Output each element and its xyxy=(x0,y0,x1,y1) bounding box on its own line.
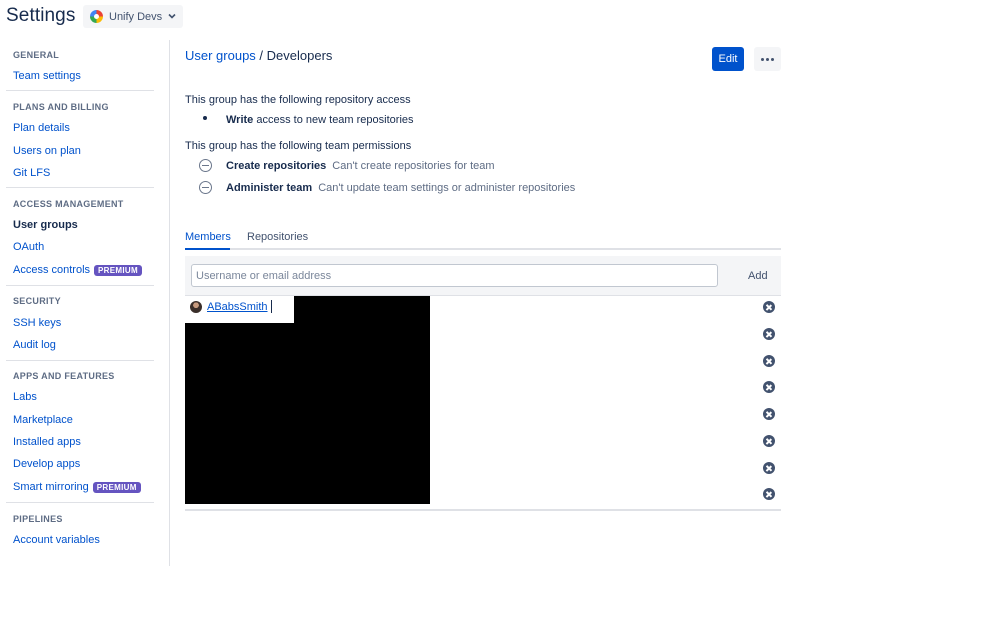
nav-heading-access-management: ACCESS MANAGEMENT xyxy=(13,199,124,209)
sidebar-item-develop-apps[interactable]: Develop apps xyxy=(13,458,80,470)
remove-member-icon[interactable] xyxy=(763,328,775,340)
minus-circle-icon xyxy=(199,159,212,172)
tab-repositories[interactable]: Repositories xyxy=(247,231,308,243)
workspace-logo-icon xyxy=(90,10,103,23)
more-icon xyxy=(766,57,769,61)
workspace-switcher[interactable]: Unify Devs xyxy=(83,5,183,28)
add-member-button[interactable]: Add xyxy=(748,270,768,282)
sidebar-item-label: Access controls xyxy=(13,264,91,276)
breadcrumb-current: Developers xyxy=(266,48,333,63)
avatar xyxy=(190,300,202,313)
sidebar-item-access-controls[interactable]: Access controls PREMIUM xyxy=(13,264,142,276)
remove-member-icon[interactable] xyxy=(763,408,775,420)
chevron-down-icon xyxy=(168,13,176,19)
team-permissions-heading: This group has the following team permis… xyxy=(185,140,412,152)
member-name-link[interactable]: ABabsSmith xyxy=(207,301,268,313)
sidebar-item-plan-details[interactable]: Plan details xyxy=(13,122,70,134)
more-icon xyxy=(761,57,764,61)
permission-description: Can't update team settings or administer… xyxy=(318,181,576,194)
sidebar-item-user-groups[interactable]: User groups xyxy=(13,219,78,231)
remove-member-icon[interactable] xyxy=(763,435,775,447)
add-member-bar xyxy=(185,256,781,296)
members-list-divider xyxy=(185,509,781,511)
remove-member-icon[interactable] xyxy=(763,488,775,500)
repo-access-item: Write access to new team repositories xyxy=(203,114,414,126)
nav-heading-pipelines: PIPELINES xyxy=(13,514,63,524)
remove-member-icon[interactable] xyxy=(763,355,775,367)
redacted-region xyxy=(185,323,430,504)
sidebar-item-users-on-plan[interactable]: Users on plan xyxy=(13,145,81,157)
nav-divider xyxy=(6,285,154,286)
permission-name: Administer team xyxy=(226,181,313,194)
settings-sidebar: GENERAL Team settings PLANS AND BILLING … xyxy=(0,40,170,566)
bullet-icon xyxy=(203,115,207,120)
sidebar-item-smart-mirroring[interactable]: Smart mirroring PREMIUM xyxy=(13,481,141,493)
breadcrumb-link-user-groups[interactable]: User groups xyxy=(185,48,256,63)
active-tab-indicator xyxy=(185,248,230,250)
repo-access-heading: This group has the following repository … xyxy=(185,94,411,106)
more-actions-button[interactable] xyxy=(754,47,781,71)
more-icon xyxy=(771,57,774,61)
tab-label: Members xyxy=(185,231,231,243)
sidebar-item-marketplace[interactable]: Marketplace xyxy=(13,414,73,426)
tab-members[interactable]: Members xyxy=(185,231,231,243)
member-search-input[interactable] xyxy=(191,264,718,287)
nav-divider xyxy=(6,502,154,503)
premium-badge: PREMIUM xyxy=(94,264,142,276)
repo-access-permission: Write xyxy=(226,114,254,126)
nav-heading-apps-features: APPS AND FEATURES xyxy=(13,371,115,381)
permission-name: Create repositories xyxy=(226,159,327,172)
edit-button[interactable]: Edit xyxy=(712,47,744,71)
remove-member-icon[interactable] xyxy=(763,462,775,474)
sidebar-item-labs[interactable]: Labs xyxy=(13,391,37,403)
remove-member-icon[interactable] xyxy=(763,301,775,313)
nav-divider xyxy=(6,187,154,188)
page-title: Settings xyxy=(6,5,76,26)
sidebar-item-git-lfs[interactable]: Git LFS xyxy=(13,167,50,179)
breadcrumb: User groups / Developers xyxy=(185,48,332,63)
sidebar-item-label: Smart mirroring xyxy=(13,481,89,493)
workspace-name: Unify Devs xyxy=(109,10,163,23)
nav-heading-security: SECURITY xyxy=(13,296,61,306)
nav-divider xyxy=(6,360,154,361)
sidebar-item-team-settings[interactable]: Team settings xyxy=(13,70,81,82)
permission-row-create-repos: Create repositories Can't create reposit… xyxy=(199,159,495,172)
member-tabs: Members Repositories xyxy=(185,229,781,250)
member-row[interactable]: ABabsSmith xyxy=(190,300,272,313)
minus-circle-icon xyxy=(199,181,212,194)
sidebar-item-audit-log[interactable]: Audit log xyxy=(13,339,56,351)
nav-divider xyxy=(6,90,154,91)
sidebar-item-ssh-keys[interactable]: SSH keys xyxy=(13,317,61,329)
premium-badge: PREMIUM xyxy=(92,481,141,493)
permission-description: Can't create repositories for team xyxy=(332,159,495,172)
sidebar-item-oauth[interactable]: OAuth xyxy=(13,241,44,253)
sidebar-item-account-variables[interactable]: Account variables xyxy=(13,534,100,546)
breadcrumb-separator: / xyxy=(255,48,267,63)
permission-row-administer-team: Administer team Can't update team settin… xyxy=(199,181,575,194)
nav-heading-plans-billing: PLANS AND BILLING xyxy=(13,102,109,112)
repo-access-description: access to new team repositories xyxy=(256,114,414,126)
sidebar-item-installed-apps[interactable]: Installed apps xyxy=(13,436,81,448)
redacted-region xyxy=(294,296,430,324)
text-cursor xyxy=(270,300,272,313)
remove-member-icon[interactable] xyxy=(763,381,775,393)
nav-heading-general: GENERAL xyxy=(13,50,60,60)
